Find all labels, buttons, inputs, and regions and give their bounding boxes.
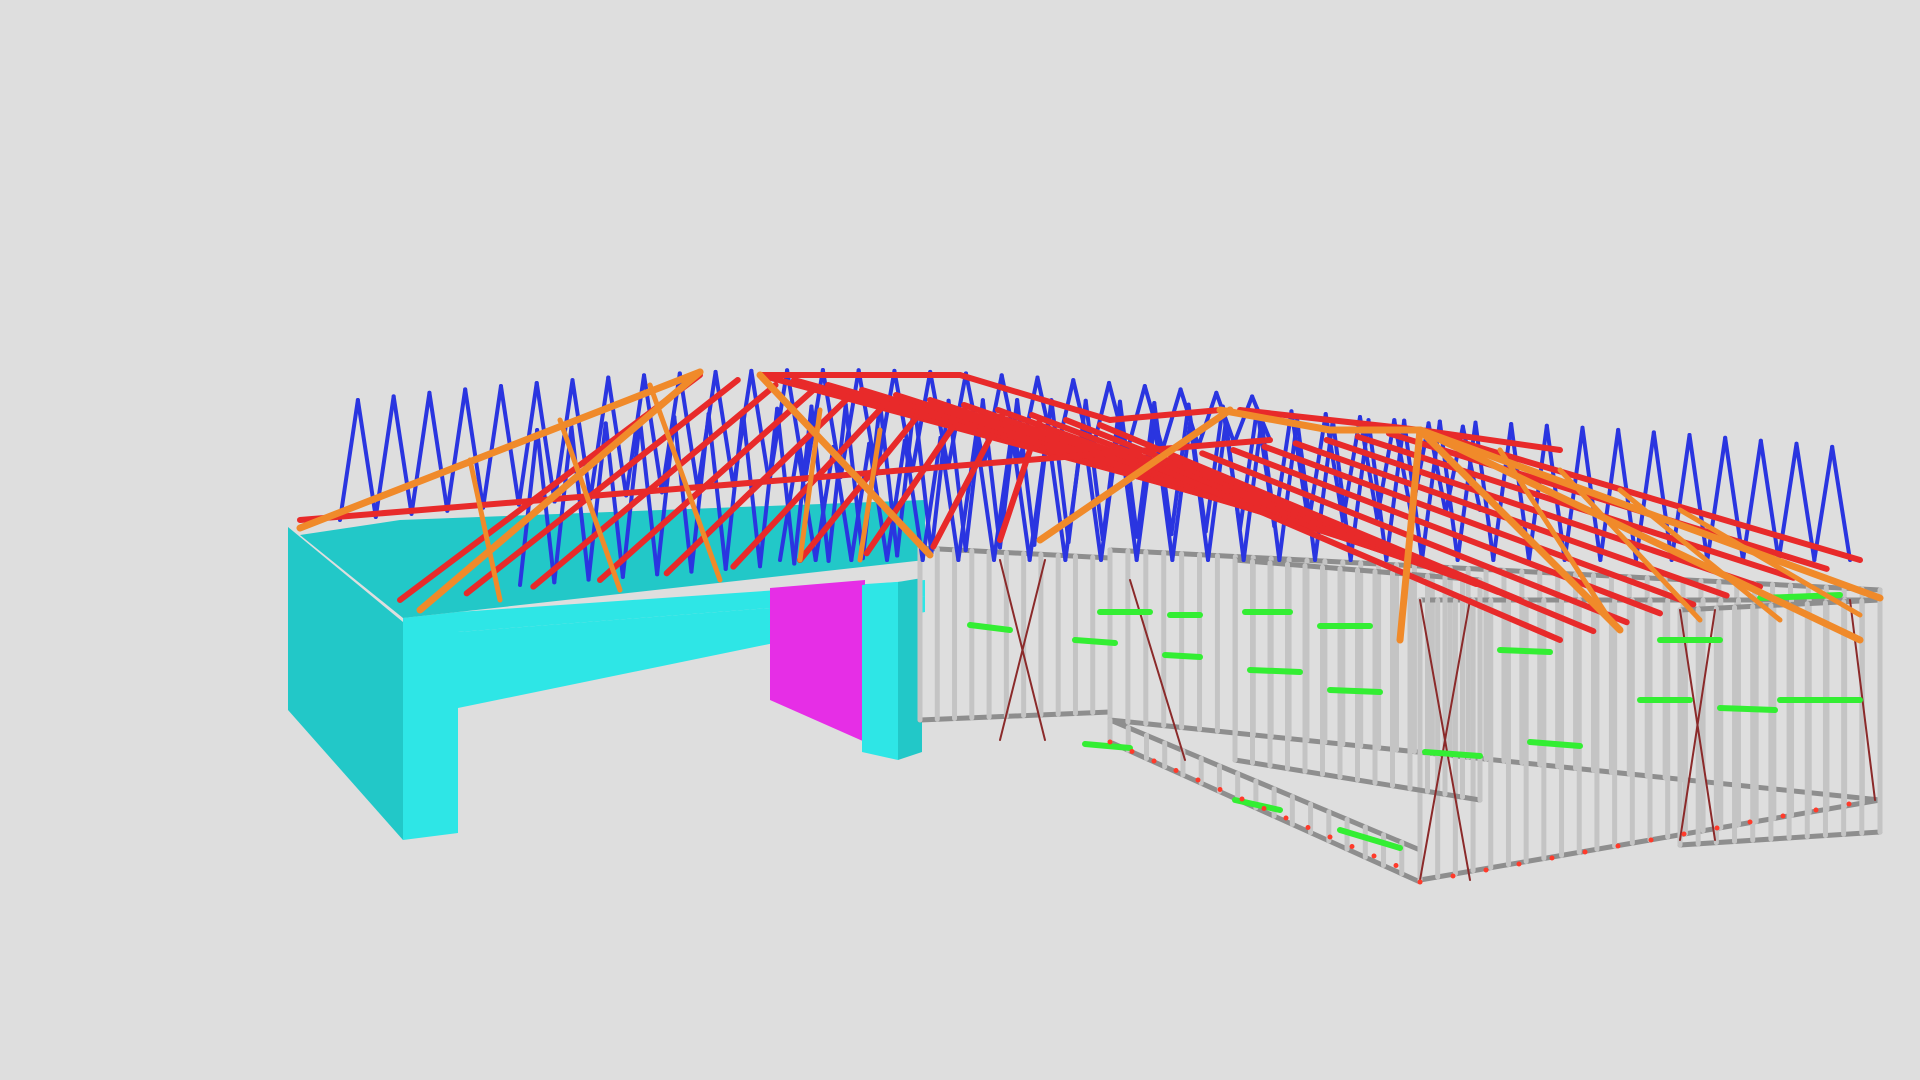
wall-nogging xyxy=(1082,741,1133,751)
wall-top-plate xyxy=(917,545,1113,561)
truss-web-member xyxy=(749,368,772,486)
3d-viewport[interactable] xyxy=(0,0,1920,1080)
anchor-point xyxy=(1151,758,1157,764)
truss-web-member xyxy=(445,387,468,513)
anchor-point xyxy=(1516,861,1522,867)
anchor-point xyxy=(1615,843,1621,849)
anchor-point xyxy=(1349,844,1355,849)
wall-bottom-plate xyxy=(917,709,1113,723)
anchor-point xyxy=(1714,825,1720,831)
wall-nogging xyxy=(1497,647,1553,655)
anchor-point xyxy=(1747,819,1753,825)
anchor-point xyxy=(1393,863,1399,868)
anchor-point xyxy=(1846,801,1852,807)
anchor-point xyxy=(1681,831,1687,837)
anchor-point xyxy=(1283,815,1289,821)
anchor-point xyxy=(1549,855,1555,861)
anchor-point xyxy=(1483,867,1489,873)
anchor-point xyxy=(1305,825,1311,830)
wall-nogging xyxy=(1327,687,1383,695)
anchor-point xyxy=(1417,879,1423,885)
truss-web-member xyxy=(409,390,432,516)
anchor-point xyxy=(1813,807,1819,813)
anchor-point xyxy=(1371,853,1377,859)
garage-door-pier xyxy=(862,582,898,760)
wall-nogging xyxy=(1247,667,1303,675)
anchor-point xyxy=(1261,806,1267,811)
anchor-point xyxy=(1582,849,1588,855)
truss-web-member xyxy=(1687,433,1710,562)
truss-web-member xyxy=(391,394,414,516)
anchor-point xyxy=(1450,873,1456,879)
anchor-point xyxy=(1780,813,1786,819)
truss-web-member xyxy=(992,430,1014,562)
truss-web-member xyxy=(427,390,450,513)
anchor-point xyxy=(1195,777,1201,783)
anchor-point xyxy=(1107,739,1113,745)
anchor-point xyxy=(1648,837,1654,843)
anchor-point xyxy=(1173,768,1179,773)
truss-web-member xyxy=(481,384,503,510)
truss-web-member xyxy=(1830,444,1852,562)
anchor-point xyxy=(1129,749,1135,754)
building-frame-model[interactable] xyxy=(0,0,1920,1080)
truss-web-member xyxy=(1812,444,1835,562)
anchor-point xyxy=(1327,834,1333,840)
steel-wall-frames xyxy=(917,545,1883,885)
wall-bottom-plate xyxy=(1107,717,1883,803)
truss-top-chord xyxy=(1107,407,1223,423)
wall-nogging xyxy=(1717,705,1778,713)
truss-web-member xyxy=(1232,394,1255,446)
wall-nogging xyxy=(1162,652,1203,660)
truss-web-member xyxy=(1758,438,1781,562)
wall-nogging xyxy=(1527,739,1583,749)
wall-bottom-plate xyxy=(1677,829,1883,848)
anchor-point xyxy=(1239,796,1245,802)
wall-nogging xyxy=(1422,749,1483,759)
truss-web-member xyxy=(1160,387,1183,452)
truss-web-member xyxy=(338,398,360,522)
garage-corner-pier xyxy=(403,612,458,840)
anchor-point xyxy=(1217,787,1223,792)
wall-nogging xyxy=(1072,637,1118,646)
magenta-panel xyxy=(770,580,865,742)
